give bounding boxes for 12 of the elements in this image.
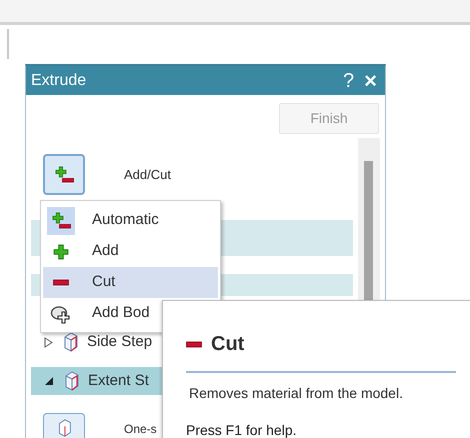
option-label: One-s xyxy=(124,422,157,436)
menu-item-label: Add xyxy=(92,241,119,262)
step-label: Extent St xyxy=(88,370,149,391)
window-title: Extrude xyxy=(31,70,88,90)
menu-item-label: Automatic xyxy=(92,210,159,230)
tooltip-title: Cut xyxy=(211,332,244,357)
tooltip-description: Removes material from the model. xyxy=(189,384,404,403)
step-label: Side Step xyxy=(87,332,152,352)
menu-item-label: Cut xyxy=(92,272,116,292)
help-hint: Press F1 for help. xyxy=(186,421,298,438)
menu-item-label: Add Bod xyxy=(92,303,150,324)
field-label: Add/Cut xyxy=(124,166,171,184)
